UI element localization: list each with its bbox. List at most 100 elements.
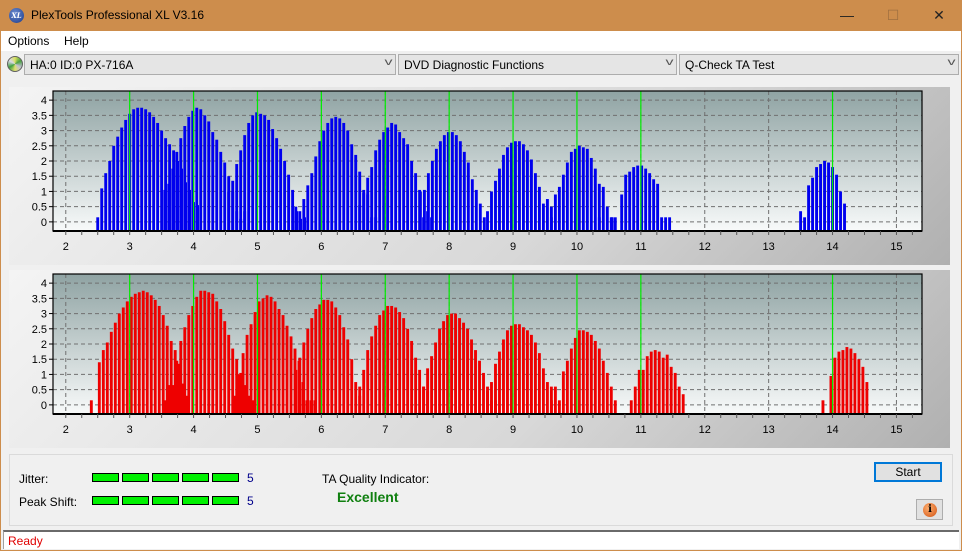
data-bar xyxy=(585,331,589,414)
data-bar xyxy=(233,395,237,414)
data-bar xyxy=(314,309,318,414)
data-bar xyxy=(330,118,334,231)
x-tick-label: 12 xyxy=(699,241,711,253)
data-bar xyxy=(334,307,338,414)
data-bar xyxy=(522,327,525,414)
maximize-button[interactable]: ☐ xyxy=(870,0,916,31)
data-bar xyxy=(334,116,338,231)
data-bar xyxy=(605,206,609,231)
data-bar xyxy=(227,191,231,231)
data-bar xyxy=(620,194,624,231)
data-bar xyxy=(665,354,669,414)
data-bar xyxy=(823,161,826,231)
data-bar xyxy=(124,119,128,231)
jitter-value: 5 xyxy=(247,471,254,485)
y-tick-label: 1.5 xyxy=(32,354,47,366)
info-icon: i xyxy=(923,503,937,517)
data-bar xyxy=(474,350,477,414)
data-bar xyxy=(235,164,239,231)
data-bar xyxy=(199,290,203,414)
data-bar xyxy=(163,400,167,414)
data-bar xyxy=(533,342,537,414)
data-bar xyxy=(644,168,648,231)
data-bar xyxy=(430,356,434,414)
data-bar xyxy=(645,356,649,414)
menu-options[interactable]: Options xyxy=(8,34,49,48)
data-bar xyxy=(163,189,167,231)
data-bar xyxy=(366,350,370,414)
data-bar xyxy=(478,203,482,231)
data-bar xyxy=(418,369,422,414)
function-select[interactable]: DVD Diagnostic Functions v xyxy=(398,54,677,75)
data-bar xyxy=(310,173,314,231)
data-bar xyxy=(601,186,605,231)
data-bar xyxy=(628,171,632,231)
data-bar xyxy=(149,295,153,414)
data-bar xyxy=(263,115,267,231)
start-button[interactable]: Start xyxy=(874,462,942,482)
data-bar xyxy=(203,115,207,231)
data-bar xyxy=(632,167,636,231)
info-button[interactable]: i xyxy=(916,499,943,520)
data-bar xyxy=(577,330,581,414)
data-bar xyxy=(160,130,164,231)
status-bar: Ready xyxy=(3,530,959,549)
data-bar xyxy=(541,368,545,414)
data-bar xyxy=(358,205,362,231)
data-bar xyxy=(537,186,541,231)
data-bar xyxy=(545,199,549,231)
data-bar xyxy=(422,189,426,231)
data-bar xyxy=(215,139,219,231)
data-bar xyxy=(502,339,505,414)
data-bar xyxy=(434,148,438,231)
data-bar xyxy=(525,150,529,231)
jitter-meter-segment xyxy=(122,473,149,482)
data-bar xyxy=(799,211,803,231)
data-bar xyxy=(454,313,457,414)
data-bar xyxy=(506,147,509,231)
x-tick-label: 13 xyxy=(763,241,775,253)
x-tick-label: 9 xyxy=(510,424,516,436)
data-bar xyxy=(661,357,665,414)
data-bar xyxy=(310,318,314,414)
peak-shift-label: Peak Shift: xyxy=(19,495,78,509)
data-bar xyxy=(569,151,573,231)
data-bar xyxy=(187,315,191,414)
data-bar xyxy=(657,351,661,414)
x-tick-label: 15 xyxy=(890,241,902,253)
data-bar xyxy=(466,328,469,414)
y-tick-label: 0.5 xyxy=(32,202,47,214)
app-logo-icon: XL xyxy=(9,8,24,23)
data-bar xyxy=(243,135,247,231)
data-bar xyxy=(179,138,183,231)
data-bar xyxy=(525,330,529,414)
data-bar xyxy=(350,359,354,414)
data-bar xyxy=(277,309,281,414)
data-bar xyxy=(285,325,289,414)
data-bar xyxy=(569,348,573,414)
data-bar xyxy=(849,348,853,414)
data-bar xyxy=(298,211,302,231)
chevron-down-icon: v xyxy=(665,57,674,68)
data-bar xyxy=(494,363,497,414)
drive-select-value: HA:0 ID:0 PX-716A xyxy=(30,58,134,72)
drive-select[interactable]: HA:0 ID:0 PX-716A v xyxy=(24,54,396,75)
data-bar xyxy=(835,174,838,231)
data-bar xyxy=(219,309,223,414)
data-bar xyxy=(362,369,366,414)
data-bar xyxy=(581,330,585,414)
close-button[interactable]: ✕ xyxy=(916,0,962,31)
data-bar xyxy=(470,179,474,231)
data-bar xyxy=(223,321,227,414)
peak-shift-meter-segment xyxy=(152,496,179,505)
data-bar xyxy=(211,293,215,414)
test-select[interactable]: Q-Check TA Test v xyxy=(679,54,959,75)
minimize-button[interactable]: — xyxy=(824,0,870,31)
data-bar xyxy=(241,353,245,414)
menu-help[interactable]: Help xyxy=(64,34,89,48)
data-bar xyxy=(322,299,326,414)
x-tick-label: 10 xyxy=(571,424,583,436)
data-bar xyxy=(89,400,93,414)
data-bar xyxy=(378,315,382,414)
bottom-chart: 0 0.5 1 1.5 2 2.5 3 3.5 4 2 3 4 5 6 7 8 9 10 11 12 13 14 15 xyxy=(32,273,923,436)
